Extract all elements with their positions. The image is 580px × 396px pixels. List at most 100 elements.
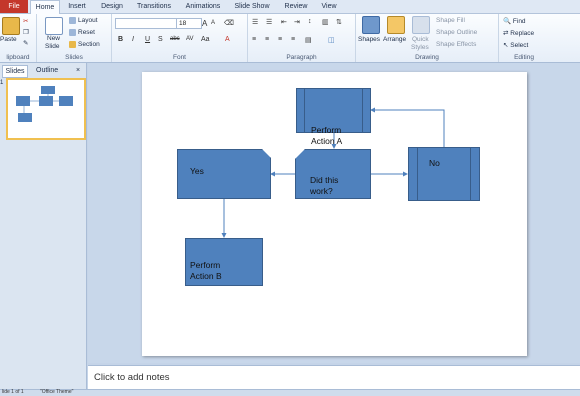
font-family-combo[interactable]	[115, 18, 177, 29]
italic-button[interactable]: I	[132, 36, 134, 43]
bullets-icon[interactable]: ☰	[252, 18, 258, 26]
layout-icon	[69, 17, 76, 24]
numbering-icon[interactable]: ☰	[266, 18, 272, 26]
decrease-indent-icon[interactable]: ⇤	[281, 18, 287, 26]
slides-group-label: Slides	[65, 54, 83, 61]
shadow-button[interactable]: S	[158, 36, 163, 43]
shape-outline-button[interactable]: Shape Outline	[436, 29, 477, 36]
notes-pane[interactable]: Click to add notes	[88, 365, 580, 390]
tab-slides[interactable]: Slides	[2, 65, 28, 78]
find-button[interactable]: 🔍 Find	[503, 17, 526, 25]
font-size-combo[interactable]: 18	[176, 18, 202, 29]
tab-slide-show[interactable]: Slide Show	[233, 0, 271, 13]
select-label: Select	[510, 42, 529, 49]
no-bar-left	[417, 148, 418, 200]
align-text-icon[interactable]: ▤	[305, 36, 312, 44]
change-case-button[interactable]: Aa	[201, 36, 210, 43]
reset-button[interactable]: Reset	[69, 29, 95, 36]
align-center-icon[interactable]: ≡	[265, 36, 269, 43]
justify-icon[interactable]: ≡	[291, 36, 295, 43]
quick-styles-button-line2[interactable]: Styles	[411, 44, 429, 51]
ribbon-tab-bar: File Home Insert Design Transitions Anim…	[0, 0, 580, 14]
process-bar-right	[362, 89, 363, 132]
perform-action-a-box[interactable]: Perform Action A	[296, 88, 371, 146]
shrink-font-button[interactable]: A	[211, 20, 215, 26]
slides-group: New Slide Layout Reset Section Slides	[37, 14, 112, 62]
bold-button[interactable]: B	[118, 36, 123, 43]
paragraph-group: ☰ ☰ ⇤ ⇥ ↕ ▥ ⇅ ≡ ≡ ≡ ≡ ▤ ◫ Paragraph	[248, 14, 356, 62]
no-bar-right	[470, 148, 471, 200]
tab-outline[interactable]: Outline	[36, 65, 58, 76]
layout-button[interactable]: Layout	[69, 17, 98, 24]
yes-box[interactable]: Yes	[177, 149, 271, 199]
text-direction-icon[interactable]: ⇅	[336, 18, 342, 26]
underline-button[interactable]: U	[145, 36, 150, 43]
strikethrough-button[interactable]: abc	[170, 36, 180, 42]
arrange-button[interactable]: Arrange	[383, 36, 406, 43]
slide[interactable]: Perform Action A Did this work? Yes No P…	[142, 72, 527, 356]
theme-status: "Office Theme"	[40, 389, 74, 395]
no-box[interactable]: No	[408, 147, 480, 201]
increase-indent-icon[interactable]: ⇥	[294, 18, 300, 26]
font-group: 18 A A ⌫ B I U S abc AV Aa A Font	[112, 14, 248, 62]
tab-animations[interactable]: Animations	[182, 0, 224, 13]
cut-icon[interactable]: ✂	[23, 17, 28, 25]
tab-design[interactable]: Design	[97, 0, 127, 13]
tab-home[interactable]: Home	[30, 0, 60, 14]
align-left-icon[interactable]: ≡	[252, 36, 256, 43]
home-ribbon: Paste ✂ ❐ ✎ lipboard New Slide Layout Re…	[0, 14, 580, 63]
grow-font-button[interactable]: A	[202, 19, 207, 28]
font-color-icon[interactable]: A	[225, 36, 230, 43]
clipboard-group: Paste ✂ ❐ ✎ lipboard	[0, 14, 37, 62]
notes-placeholder[interactable]: Click to add notes	[94, 372, 170, 383]
font-group-label: Font	[172, 54, 186, 61]
clipboard-group-label: lipboard	[6, 54, 30, 61]
reset-label: Reset	[78, 29, 95, 37]
shapes-button[interactable]: Shapes	[358, 36, 380, 43]
shape-fill-button[interactable]: Shape Fill	[436, 17, 465, 24]
copy-icon[interactable]: ❐	[23, 28, 29, 36]
editing-group: 🔍 Find ⇄ Replace ↖ Select Editing	[499, 14, 549, 62]
select-button[interactable]: ↖ Select	[503, 41, 528, 49]
perform-action-b-label: Perform Action B	[190, 260, 222, 281]
replace-label: Replace	[510, 30, 535, 37]
perform-action-b-box[interactable]: Perform Action B	[185, 238, 263, 286]
char-spacing-button[interactable]: AV	[186, 36, 194, 42]
paragraph-group-label: Paragraph	[286, 54, 317, 61]
tab-file[interactable]: File	[0, 0, 28, 13]
tab-insert[interactable]: Insert	[64, 0, 90, 13]
format-painter-icon[interactable]: ✎	[23, 39, 28, 47]
shapes-icon	[362, 16, 380, 34]
drawing-group: Shapes Arrange Quick Styles Shape Fill S…	[356, 14, 499, 62]
find-label: Find	[512, 18, 526, 25]
line-spacing-icon[interactable]: ↕	[308, 18, 312, 25]
tab-transitions[interactable]: Transitions	[134, 0, 174, 13]
paste-button[interactable]: Paste	[0, 36, 17, 43]
slide-number: 1	[0, 80, 4, 86]
section-button[interactable]: Section	[69, 41, 100, 48]
new-slide-button-line2[interactable]: Slide	[45, 43, 59, 50]
tab-view[interactable]: View	[317, 0, 341, 13]
close-panel-icon[interactable]: ×	[76, 65, 80, 76]
clear-format-icon[interactable]: ⌫	[224, 19, 234, 27]
smartart-icon[interactable]: ◫	[328, 36, 335, 44]
no-label: No	[429, 158, 440, 168]
paste-icon	[2, 17, 20, 35]
editing-group-label: Editing	[514, 54, 534, 61]
shape-effects-button[interactable]: Shape Effects	[436, 41, 476, 48]
columns-icon[interactable]: ▥	[322, 18, 329, 26]
tab-review[interactable]: Review	[281, 0, 311, 13]
layout-label: Layout	[78, 17, 98, 25]
new-slide-button[interactable]: New	[47, 35, 60, 42]
section-icon	[69, 41, 76, 48]
align-right-icon[interactable]: ≡	[278, 36, 282, 43]
arrange-icon	[387, 16, 405, 34]
new-slide-icon	[45, 17, 63, 35]
replace-button[interactable]: ⇄ Replace	[503, 29, 534, 37]
quick-styles-icon	[412, 16, 430, 34]
slides-panel: Slides Outline × 1	[0, 63, 87, 395]
slide-count-status: lide 1 of 1	[2, 389, 24, 395]
decision-box[interactable]: Did this work?	[295, 149, 371, 199]
quick-styles-button[interactable]: Quick	[412, 36, 429, 43]
slide-thumbnail[interactable]	[6, 78, 86, 140]
